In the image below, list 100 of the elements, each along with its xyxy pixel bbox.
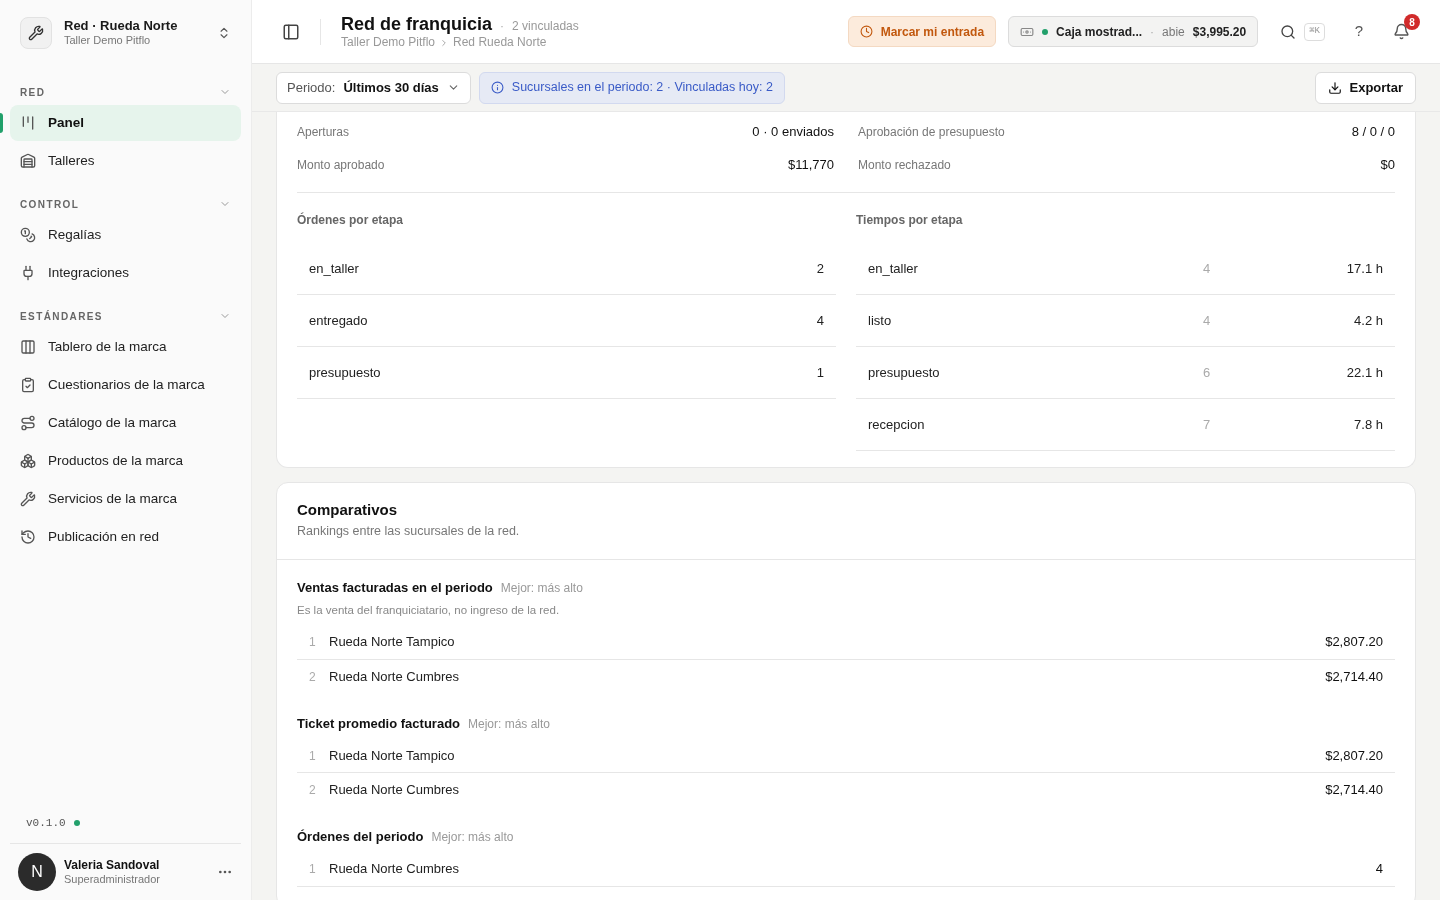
- notification-count: 8: [1404, 14, 1420, 30]
- org-subtitle: Taller Demo Pitflo: [64, 34, 152, 48]
- stage-count: 4: [816, 311, 824, 330]
- nav-item[interactable]: Talleres: [10, 143, 241, 179]
- nav-item[interactable]: Tablero de la marca: [10, 329, 241, 365]
- warehouse-icon: [20, 153, 36, 169]
- avatar: N: [18, 853, 56, 891]
- sidebar-toggle-icon[interactable]: [282, 22, 300, 41]
- card-title: Comparativos: [297, 500, 399, 520]
- cash-register-amount: $3,995.20: [1192, 23, 1247, 41]
- period-select[interactable]: Periodo: Últimos 30 días: [276, 71, 471, 104]
- route-icon: [20, 415, 36, 431]
- org-name: Red · Rueda Norte: [64, 18, 179, 35]
- title-separator: ·: [500, 18, 505, 34]
- cash-register-button[interactable]: Caja mostrad... · abie $3,995.20: [1008, 16, 1259, 47]
- coins-icon: [20, 227, 36, 243]
- nav-item[interactable]: Publicación en red: [10, 519, 241, 555]
- help-button[interactable]: ?: [1351, 20, 1367, 43]
- stage-time: 17.1 h: [1345, 259, 1383, 278]
- search-icon[interactable]: [1280, 23, 1297, 40]
- rank-number: 2: [309, 668, 317, 686]
- stage-time: 7.8 h: [1353, 415, 1383, 434]
- section-label: RED: [20, 85, 46, 100]
- ranking-title: Órdenes del periodo: [297, 828, 424, 846]
- ranking-criterion: Mejor: más alto: [431, 829, 514, 846]
- branch-name: Rueda Norte Tampico: [329, 746, 456, 765]
- cash-register-name: Caja mostrad...: [1056, 23, 1143, 41]
- nav-item[interactable]: Cuestionarios de la marca: [10, 367, 241, 403]
- boxes-icon: [20, 453, 36, 469]
- metric-value: $11,770: [787, 155, 834, 174]
- branch-name: Rueda Norte Cumbres: [329, 860, 461, 879]
- nav-item[interactable]: Regalías: [10, 217, 241, 253]
- rank-number: 1: [309, 634, 317, 651]
- stage-time: 22.1 h: [1345, 363, 1383, 382]
- stage-name: en_taller: [309, 259, 359, 278]
- section-title: Tiempos por etapa: [856, 212, 964, 229]
- nav-item[interactable]: Integraciones: [10, 255, 241, 291]
- user-name: Valeria Sandoval: [64, 857, 161, 873]
- stage-time: 4.2 h: [1353, 311, 1383, 330]
- wrench-icon: [20, 491, 36, 507]
- ranking-value: $2,714.40: [1325, 781, 1383, 800]
- section-label: CONTROL: [20, 197, 80, 212]
- section-title: Órdenes por etapa: [297, 211, 405, 229]
- shortcut-key: ⌘K: [1304, 22, 1325, 41]
- nav-item[interactable]: Productos de la marca: [10, 443, 241, 479]
- info-icon: [490, 81, 504, 94]
- metric-label: Monto rechazado: [858, 156, 951, 174]
- metric-label: Monto aprobado: [297, 156, 385, 174]
- stage-count: 1: [816, 363, 824, 382]
- cash-register-status: abie: [1162, 23, 1185, 41]
- ranking-title: Ventas facturadas en el periodo: [297, 578, 493, 597]
- page-title: Red de franquicia: [341, 12, 493, 36]
- section-label: ESTÁNDARES: [20, 309, 103, 324]
- stage-name: presupuesto: [868, 363, 941, 382]
- stage-name: en_taller: [868, 259, 919, 278]
- stage-count: 2: [816, 259, 824, 278]
- history-icon: [20, 529, 36, 545]
- nav-item[interactable]: Servicios de la marca: [10, 481, 241, 517]
- rank-number: 2: [309, 782, 317, 799]
- notifications-icon[interactable]: [1393, 23, 1410, 40]
- metric-label: Aperturas: [297, 123, 350, 141]
- metric-value: 0 · 0 enviados: [752, 122, 834, 141]
- branch-name: Rueda Norte Cumbres: [329, 667, 461, 686]
- stage-count: 4: [1203, 311, 1212, 330]
- export-button[interactable]: Exportar: [1314, 71, 1416, 104]
- metric-label: Aprobación de presupuesto: [858, 123, 1005, 141]
- download-icon: [1327, 80, 1342, 95]
- wrench-icon: [28, 25, 44, 41]
- ranking-value: 4: [1375, 860, 1383, 879]
- metric-value: 8 / 0 / 0: [1351, 122, 1395, 141]
- stage-name: recepcion: [868, 415, 926, 434]
- clipboard-check-icon: [20, 377, 36, 393]
- ranking-value: $2,714.40: [1325, 667, 1383, 686]
- stage-name: presupuesto: [309, 363, 381, 382]
- stage-name: listo: [868, 311, 893, 330]
- version-label: v0.1.0: [26, 815, 66, 831]
- nav-item[interactable]: Catálogo de la marca: [10, 405, 241, 441]
- branch-name: Rueda Norte Cumbres: [329, 781, 461, 800]
- user-role: Superadministrador: [64, 872, 161, 887]
- clock-in-button[interactable]: Marcar mi entrada: [847, 16, 997, 47]
- nav-item[interactable]: Panel: [10, 105, 241, 141]
- clock-icon: [859, 25, 873, 38]
- card-subtitle: Rankings entre las sucursales de la red.: [297, 523, 521, 540]
- ranking-value: $2,807.20: [1325, 746, 1383, 765]
- plug-icon: [20, 265, 36, 281]
- breadcrumb-item: Red Rueda Norte: [453, 35, 547, 51]
- ranking-criterion: Mejor: más alto: [468, 715, 551, 733]
- ranking-value: $2,807.20: [1325, 633, 1383, 652]
- stage-count: 4: [1203, 259, 1212, 278]
- kanban-icon: [20, 115, 36, 131]
- stage-count: 6: [1203, 363, 1212, 382]
- metric-value: $0: [1380, 155, 1395, 174]
- ranking-title: Ticket promedio facturado: [297, 714, 460, 733]
- stage-name: entregado: [309, 311, 368, 330]
- ranking-note: Es la venta del franquiciatario, no ingreso de la red.: [297, 603, 561, 619]
- ranking-criterion: Mejor: más alto: [500, 579, 583, 597]
- rank-number: 1: [309, 861, 317, 878]
- info-text: Sucursales en el periodo: 2 · Vinculadas hoy: 2: [511, 79, 773, 97]
- linked-count: 2 vinculadas: [512, 18, 579, 34]
- columns-icon: [20, 339, 36, 355]
